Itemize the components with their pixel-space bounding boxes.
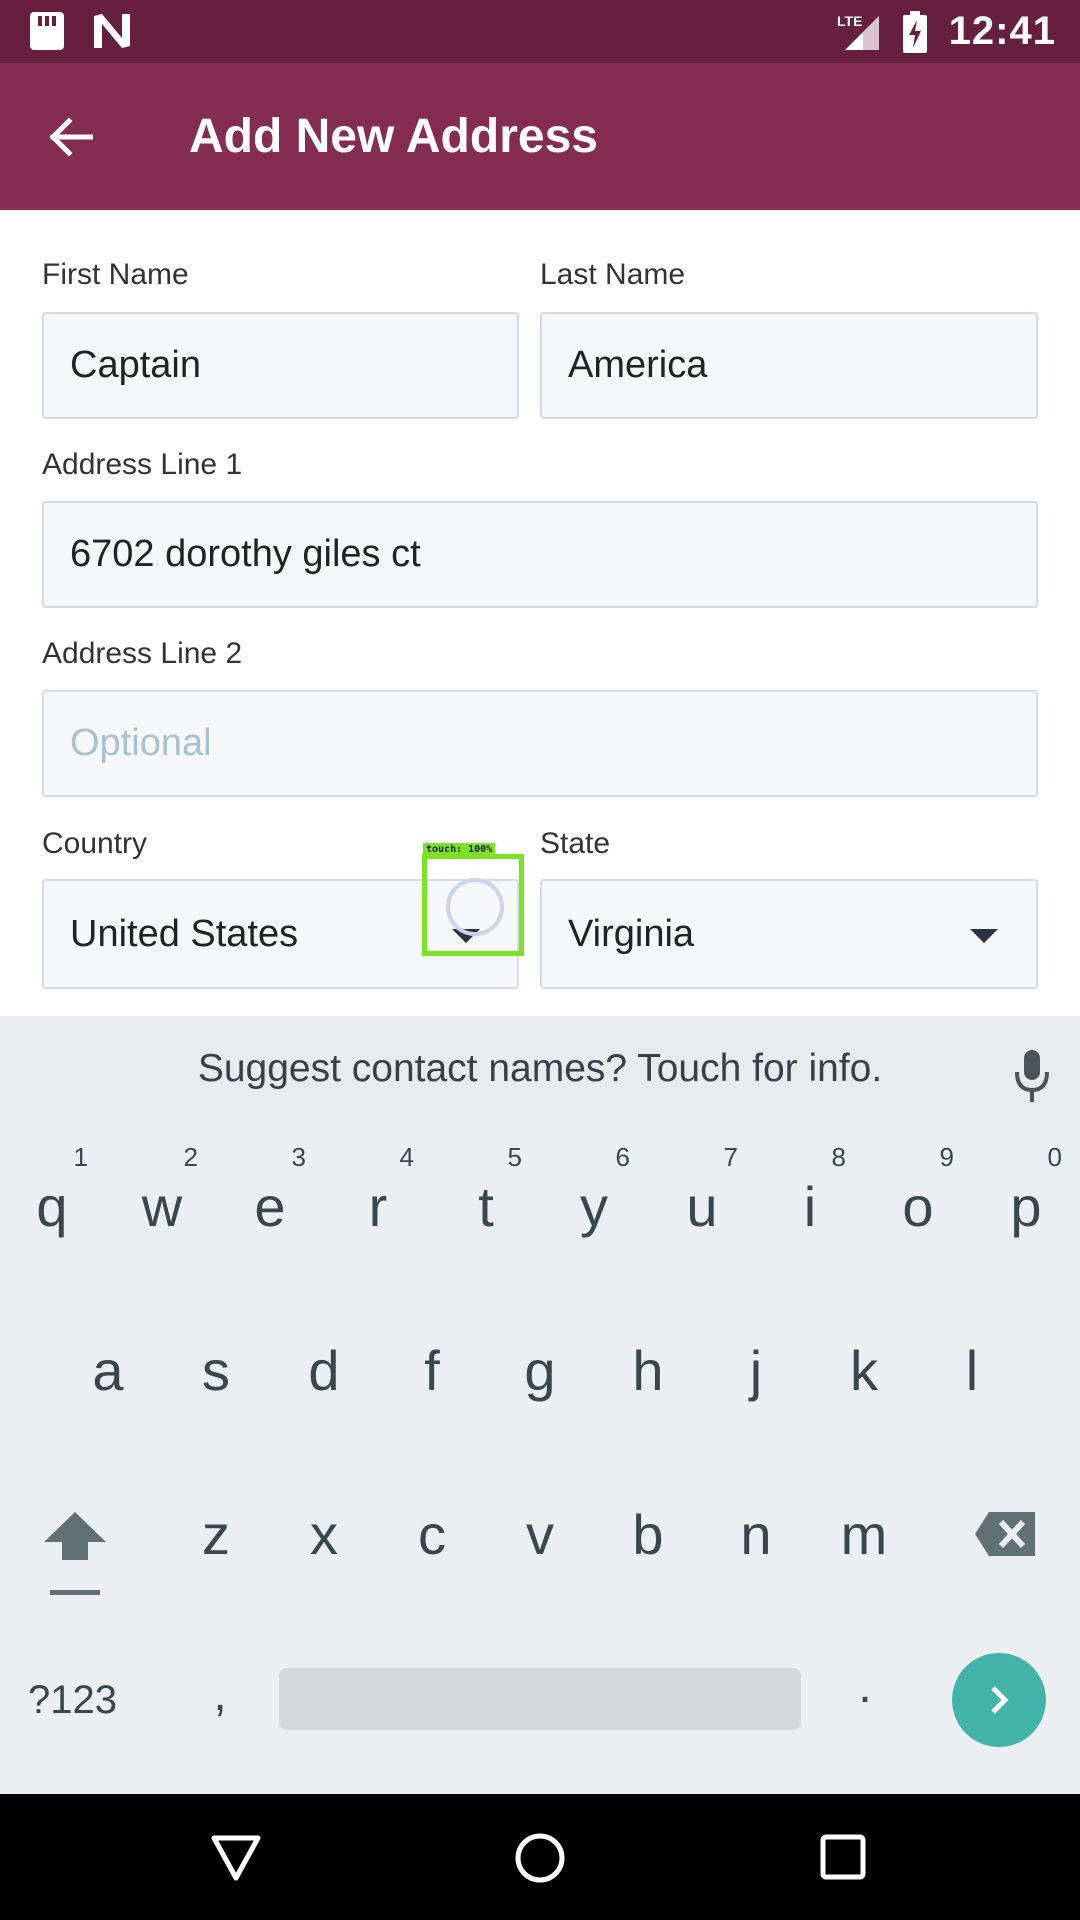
nav-recents-icon[interactable] — [820, 1834, 866, 1880]
navigation-bar — [0, 1794, 1080, 1920]
key-f[interactable]: f — [392, 1336, 472, 1406]
key-l[interactable]: l — [932, 1336, 1012, 1406]
key-b[interactable]: b — [608, 1500, 688, 1570]
first-name-label: First Name — [42, 258, 189, 291]
first-name-field[interactable]: Captain — [42, 312, 519, 419]
touch-ripple — [446, 878, 504, 936]
first-name-value: Captain — [70, 344, 201, 386]
battery-charging-icon — [902, 10, 927, 53]
last-name-value: America — [568, 344, 708, 386]
key-letter: q — [36, 1175, 68, 1238]
key-p[interactable]: 0p — [986, 1142, 1066, 1242]
state-dropdown[interactable]: Virginia — [540, 879, 1038, 989]
key-number-hint: 7 — [723, 1142, 738, 1172]
address-line-2-field[interactable]: Optional — [42, 690, 1038, 797]
key-c[interactable]: c — [392, 1500, 472, 1570]
symbols-key[interactable]: ?123 — [28, 1672, 117, 1728]
space-bar[interactable] — [279, 1668, 801, 1730]
key-s[interactable]: s — [176, 1336, 256, 1406]
page-title: Add New Address — [189, 110, 598, 163]
key-letter: y — [580, 1175, 608, 1238]
key-i[interactable]: 8i — [770, 1142, 850, 1242]
chevron-down-icon — [970, 929, 998, 943]
last-name-field[interactable]: America — [540, 312, 1038, 419]
key-number-hint: 2 — [183, 1142, 198, 1172]
address-line-1-field[interactable]: 6702 dorothy giles ct — [42, 501, 1038, 608]
key-h[interactable]: h — [608, 1336, 688, 1406]
key-w[interactable]: 2w — [122, 1142, 202, 1242]
key-letter: e — [254, 1175, 286, 1238]
nav-back-icon[interactable] — [210, 1834, 262, 1882]
back-button[interactable] — [40, 107, 100, 167]
key-letter: i — [803, 1175, 817, 1238]
key-t[interactable]: 5t — [446, 1142, 526, 1242]
key-number-hint: 0 — [1047, 1142, 1062, 1172]
key-d[interactable]: d — [284, 1336, 364, 1406]
key-x[interactable]: x — [284, 1500, 364, 1570]
key-number-hint: 8 — [831, 1142, 846, 1172]
key-m[interactable]: m — [824, 1500, 904, 1570]
address-line-2-label: Address Line 2 — [42, 637, 243, 670]
chevron-right-icon — [991, 1686, 1009, 1714]
key-z[interactable]: z — [176, 1500, 256, 1570]
nav-home-icon[interactable] — [514, 1832, 566, 1884]
key-letter: t — [478, 1175, 494, 1238]
country-value: United States — [70, 913, 299, 955]
state-label: State — [540, 827, 611, 860]
key-number-hint: 1 — [73, 1142, 88, 1172]
key-letter: p — [1010, 1175, 1042, 1238]
microphone-icon[interactable] — [1012, 1048, 1052, 1104]
period-key[interactable]: . — [845, 1652, 885, 1722]
sd-card-icon — [30, 12, 64, 50]
key-letter: r — [368, 1175, 388, 1238]
key-letter: u — [686, 1175, 718, 1238]
key-j[interactable]: j — [716, 1336, 796, 1406]
address-line-2-placeholder: Optional — [70, 722, 212, 764]
key-u[interactable]: 7u — [662, 1142, 742, 1242]
status-time: 12:41 — [948, 9, 1056, 53]
last-name-label: Last Name — [540, 258, 686, 291]
key-number-hint: 3 — [291, 1142, 306, 1172]
key-number-hint: 5 — [507, 1142, 522, 1172]
comma-key[interactable]: , — [200, 1660, 240, 1730]
address-line-1-value: 6702 dorothy giles ct — [70, 533, 421, 575]
key-n[interactable]: n — [716, 1500, 796, 1570]
key-number-hint: 6 — [615, 1142, 630, 1172]
backspace-icon[interactable] — [973, 1510, 1037, 1558]
key-k[interactable]: k — [824, 1336, 904, 1406]
key-r[interactable]: 4r — [338, 1142, 418, 1242]
key-number-hint: 9 — [939, 1142, 954, 1172]
status-bar: LTE 12:41 — [0, 0, 1080, 63]
key-v[interactable]: v — [500, 1500, 580, 1570]
key-q[interactable]: 1q — [12, 1142, 92, 1242]
key-letter: w — [141, 1175, 183, 1238]
key-e[interactable]: 3e — [230, 1142, 310, 1242]
shift-icon[interactable] — [42, 1510, 108, 1596]
key-a[interactable]: a — [68, 1336, 148, 1406]
signal-icon: LTE — [837, 13, 879, 50]
key-y[interactable]: 6y — [554, 1142, 634, 1242]
app-bar: Add New Address — [0, 63, 1080, 210]
suggestion-text: Suggest contact names? Touch for info. — [197, 1047, 883, 1090]
network-type: LTE — [837, 13, 862, 29]
key-g[interactable]: g — [500, 1336, 580, 1406]
key-letter: o — [902, 1175, 934, 1238]
country-label: Country — [42, 827, 148, 860]
address-line-1-label: Address Line 1 — [42, 448, 243, 481]
next-key[interactable] — [952, 1653, 1046, 1747]
key-o[interactable]: 9o — [878, 1142, 958, 1242]
state-value: Virginia — [568, 913, 695, 955]
suggestion-strip[interactable]: Suggest contact names? Touch for info. — [0, 1016, 1080, 1122]
arrow-left-icon — [49, 117, 93, 157]
key-number-hint: 4 — [399, 1142, 414, 1172]
n-notification-icon — [94, 14, 130, 48]
